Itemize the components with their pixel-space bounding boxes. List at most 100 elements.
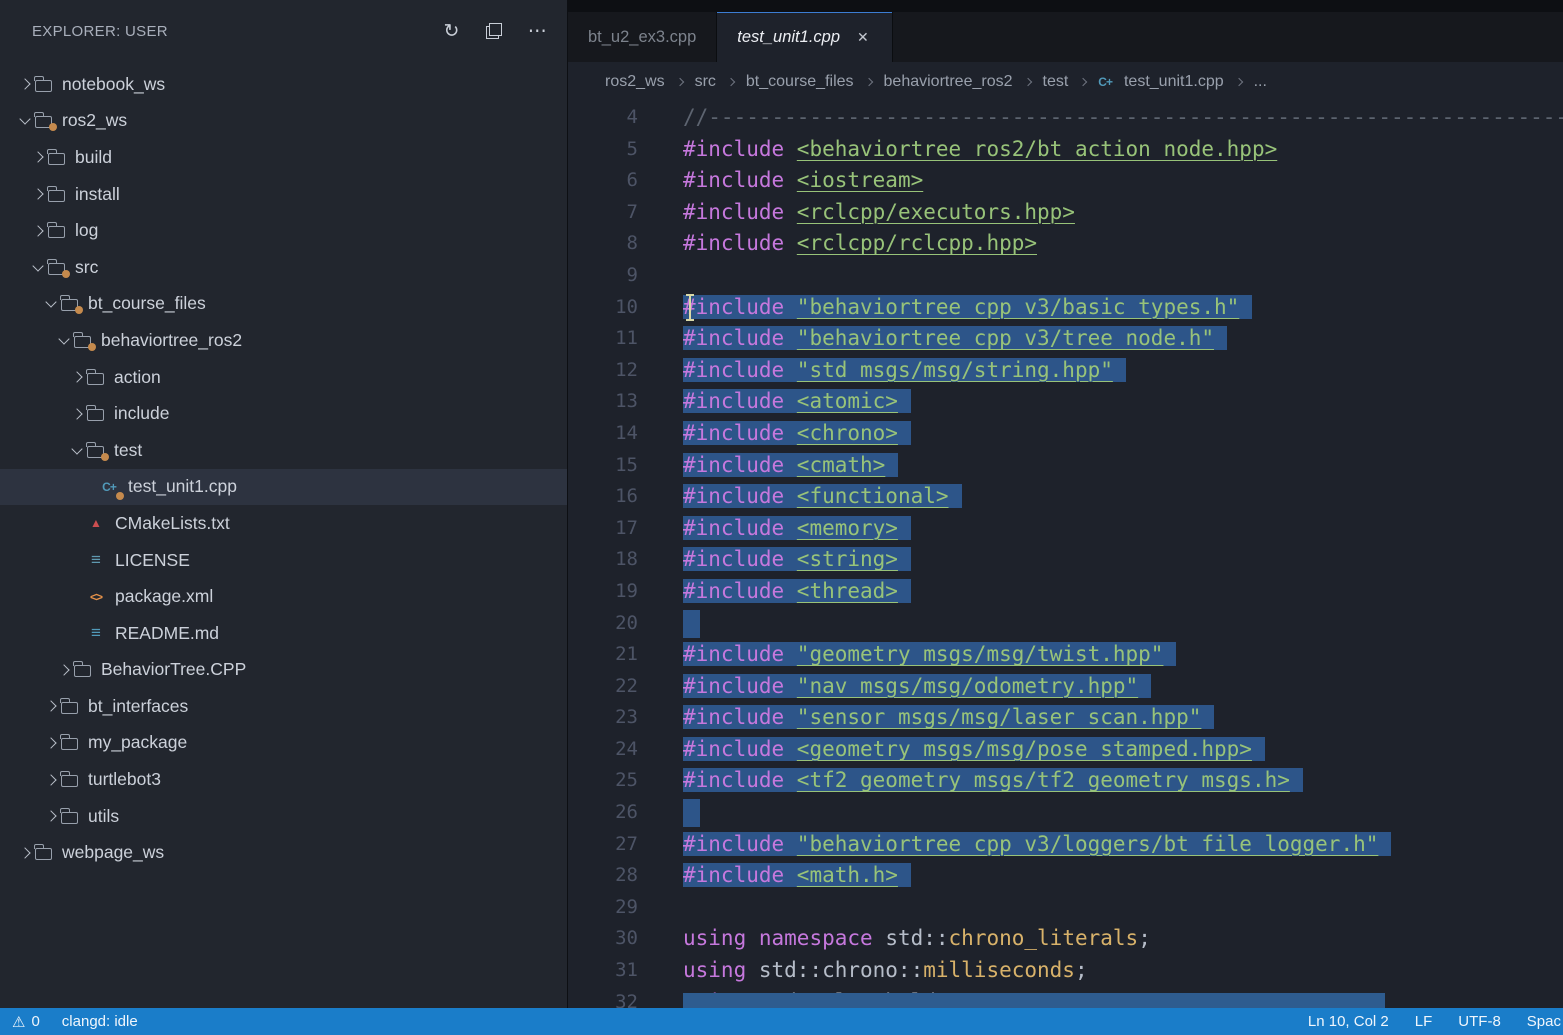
chevron-right-icon — [45, 701, 56, 712]
cursor-position[interactable]: Ln 10, Col 2 — [1308, 1013, 1389, 1030]
tree-item-README.md[interactable]: README.md — [0, 615, 567, 652]
code-line-23[interactable]: 23#include "sensor_msgs/msg/laser_scan.h… — [568, 702, 1563, 734]
chevron-box — [53, 338, 74, 343]
tree-item-label: behaviortree_ros2 — [101, 330, 242, 351]
code-line-22[interactable]: 22#include "nav_msgs/msg/odometry.hpp" — [568, 671, 1563, 703]
code-line-21[interactable]: 21#include "geometry_msgs/msg/twist.hpp" — [568, 639, 1563, 671]
chevron-box — [14, 849, 35, 857]
code-line-content: #include <functional> — [638, 481, 962, 513]
code-line-4[interactable]: 4//-------------------------------------… — [568, 102, 1563, 134]
tree-item-notebook_ws[interactable]: notebook_ws — [0, 66, 567, 103]
eol-indicator[interactable]: LF — [1415, 1013, 1433, 1030]
code-text: #include <rclcpp/rclcpp.hpp> — [683, 231, 1037, 255]
selected-text: #include <chrono> — [683, 421, 911, 445]
code-line-10[interactable]: 10#include "behaviortree_cpp_v3/basic_ty… — [568, 292, 1563, 324]
code-line-15[interactable]: 15#include <cmath> — [568, 450, 1563, 482]
code-line-5[interactable]: 5#include <behaviortree_ros2/bt_action_n… — [568, 134, 1563, 166]
code-line-30[interactable]: 30using namespace std::chrono_literals; — [568, 923, 1563, 955]
code-line-12[interactable]: 12#include "std_msgs/msg/string.hpp" — [568, 355, 1563, 387]
breadcrumb-item-bt_course_files[interactable]: bt_course_files — [746, 73, 854, 91]
explorer-header: EXPLORER: USER ↻ ⋯ — [0, 0, 567, 62]
tree-item-LICENSE[interactable]: LICENSE — [0, 542, 567, 579]
tree-item-package.xml[interactable]: package.xml — [0, 578, 567, 615]
tree-item-label: install — [75, 184, 120, 205]
tree-item-test[interactable]: test — [0, 432, 567, 469]
code-line-8[interactable]: 8#include <rclcpp/rclcpp.hpp> — [568, 228, 1563, 260]
split-squares-icon[interactable] — [486, 23, 502, 39]
breadcrumb-item-src[interactable]: src — [695, 73, 716, 91]
breadcrumb-item-test[interactable]: test — [1043, 73, 1069, 91]
breadcrumb-item-ros2_ws[interactable]: ros2_ws — [605, 73, 665, 91]
code-line-24[interactable]: 24#include <geometry_msgs/msg/pose_stamp… — [568, 734, 1563, 766]
breadcrumb-item-behaviortree_ros2[interactable]: behaviortree_ros2 — [884, 73, 1013, 91]
code-editor[interactable]: 4//-------------------------------------… — [568, 102, 1563, 1008]
tab-test_unit1.cpp[interactable]: test_unit1.cpp✕ — [717, 12, 892, 62]
code-line-27[interactable]: 27#include "behaviortree_cpp_v3/loggers/… — [568, 829, 1563, 861]
tree-item-test_unit1.cpp[interactable]: test_unit1.cpp — [0, 469, 567, 506]
breadcrumb-item-...[interactable]: ... — [1254, 73, 1267, 91]
tree-item-install[interactable]: install — [0, 176, 567, 213]
code-line-13[interactable]: 13#include <atomic> — [568, 386, 1563, 418]
clangd-status[interactable]: clangd: idle — [62, 1013, 138, 1030]
line-number: 31 — [568, 955, 638, 987]
code-line-9[interactable]: 9 — [568, 260, 1563, 292]
tree-item-action[interactable]: action — [0, 359, 567, 396]
selected-text: #include "behaviortree_cpp_v3/tree_node.… — [683, 326, 1227, 350]
code-line-7[interactable]: 7#include <rclcpp/executors.hpp> — [568, 197, 1563, 229]
code-line-20[interactable]: 20 — [568, 608, 1563, 640]
tree-item-bt_course_files[interactable]: bt_course_files — [0, 286, 567, 323]
tree-item-behaviortree_ros2[interactable]: behaviortree_ros2 — [0, 322, 567, 359]
breadcrumb: ros2_ws src bt_course_files behaviortree_ro… — [568, 62, 1563, 102]
horizontal-scrollbar[interactable] — [683, 993, 1385, 1008]
encoding-indicator[interactable]: UTF-8 — [1458, 1013, 1501, 1030]
code-line-26[interactable]: 26 — [568, 797, 1563, 829]
code-line-17[interactable]: 17#include <memory> — [568, 513, 1563, 545]
tree-item-src[interactable]: src — [0, 249, 567, 286]
tree-item-bt_interfaces[interactable]: bt_interfaces — [0, 688, 567, 725]
tree-item-turtlebot3[interactable]: turtlebot3 — [0, 761, 567, 798]
tree-item-webpage_ws[interactable]: webpage_ws — [0, 834, 567, 871]
code-line-31[interactable]: 31using std::chrono::milliseconds; — [568, 955, 1563, 987]
token-cmt: //--------------------------------------… — [683, 105, 1563, 129]
token-kw: #include — [683, 421, 797, 445]
code-line-25[interactable]: 25#include <tf2_geometry_msgs/tf2_geomet… — [568, 765, 1563, 797]
chevron-box — [66, 410, 87, 418]
code-line-14[interactable]: 14#include <chrono> — [568, 418, 1563, 450]
tree-item-CMakeLists.txt[interactable]: CMakeLists.txt — [0, 505, 567, 542]
line-number: 21 — [568, 639, 638, 671]
token-inc: <memory> — [797, 516, 898, 540]
code-line-content: #include <math.h> — [638, 860, 911, 892]
line-number: 23 — [568, 702, 638, 734]
code-line-19[interactable]: 19#include <thread> — [568, 576, 1563, 608]
folder-icon — [48, 226, 65, 238]
main-area: EXPLORER: USER ↻ ⋯ notebook_wsros2_wsbui… — [0, 0, 1563, 1008]
code-line-28[interactable]: 28#include <math.h> — [568, 860, 1563, 892]
tree-item-include[interactable]: include — [0, 395, 567, 432]
tree-item-utils[interactable]: utils — [0, 798, 567, 835]
code-line-6[interactable]: 6#include <iostream> — [568, 165, 1563, 197]
indentation-indicator[interactable]: Spac — [1527, 1013, 1561, 1030]
token-kw: #include — [683, 137, 797, 161]
token-inc: <behaviortree_ros2/bt_action_node.hpp> — [797, 137, 1277, 161]
code-text: using namespace std::chrono_literals; — [683, 926, 1151, 950]
code-line-18[interactable]: 18#include <string> — [568, 544, 1563, 576]
tree-item-build[interactable]: build — [0, 139, 567, 176]
tab-bt_u2_ex3.cpp[interactable]: bt_u2_ex3.cpp — [568, 12, 717, 62]
close-icon[interactable]: ✕ — [854, 27, 872, 48]
tree-item-ros2_ws[interactable]: ros2_ws — [0, 103, 567, 140]
more-actions-icon[interactable]: ⋯ — [528, 22, 547, 41]
chevron-down-icon — [19, 114, 30, 125]
breadcrumb-separator-icon — [864, 78, 872, 86]
token-kw: #include — [683, 737, 797, 761]
token-kw: using — [683, 958, 746, 982]
refresh-icon[interactable]: ↻ — [443, 22, 459, 41]
breadcrumb-item-test_unit1.cpp[interactable]: test_unit1.cpp — [1124, 73, 1224, 91]
chevron-box — [27, 227, 48, 235]
code-line-29[interactable]: 29 — [568, 892, 1563, 924]
tree-item-log[interactable]: log — [0, 212, 567, 249]
tree-item-BehaviorTree.CPP[interactable]: BehaviorTree.CPP — [0, 652, 567, 689]
code-line-11[interactable]: 11#include "behaviortree_cpp_v3/tree_nod… — [568, 323, 1563, 355]
problems-indicator[interactable]: ⚠ 0 — [12, 1013, 40, 1031]
code-line-16[interactable]: 16#include <functional> — [568, 481, 1563, 513]
tree-item-my_package[interactable]: my_package — [0, 725, 567, 762]
